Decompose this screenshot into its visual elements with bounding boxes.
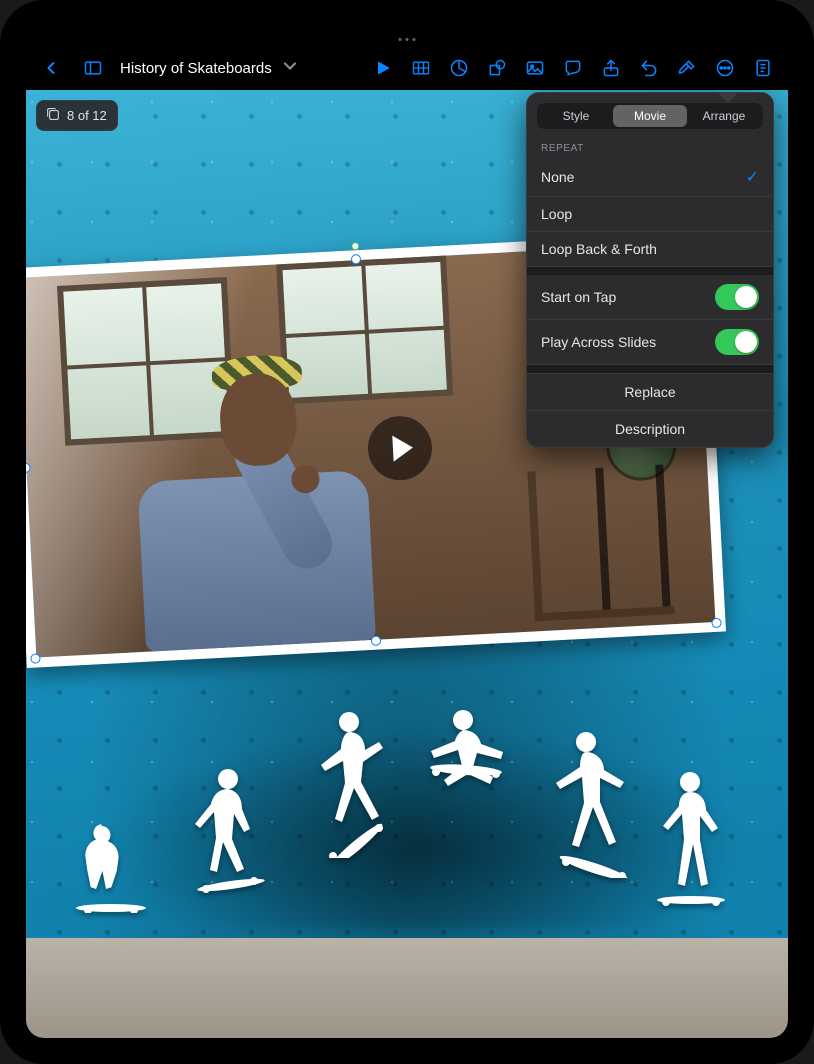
format-button[interactable] — [672, 53, 702, 83]
repeat-loop-label: Loop — [541, 206, 572, 222]
slide-counter[interactable]: 8 of 12 — [36, 100, 118, 131]
insert-table-button[interactable] — [406, 53, 436, 83]
repeat-option-none[interactable]: None ✓ — [527, 158, 773, 197]
ground-graphic — [26, 938, 788, 1038]
replace-button[interactable]: Replace — [527, 373, 773, 410]
start-on-tap-label: Start on Tap — [541, 289, 616, 305]
insert-shape-button[interactable] — [482, 53, 512, 83]
replace-label: Replace — [624, 384, 675, 400]
slide-counter-text: 8 of 12 — [67, 108, 107, 123]
insert-media-button[interactable] — [520, 53, 550, 83]
slides-icon — [45, 106, 61, 125]
format-panel: Style Movie Arrange REPEAT None ✓ Loop L… — [526, 92, 774, 448]
insert-chart-button[interactable] — [444, 53, 474, 83]
play-across-slides-toggle[interactable] — [715, 329, 759, 355]
play-across-slides-label: Play Across Slides — [541, 334, 656, 350]
app-toolbar: History of Skateboards — [26, 46, 788, 90]
selection-handle[interactable] — [371, 635, 382, 646]
back-button[interactable] — [36, 53, 66, 83]
play-across-slides-row: Play Across Slides — [527, 320, 773, 365]
description-button[interactable]: Description — [527, 410, 773, 447]
document-settings-button[interactable] — [748, 53, 778, 83]
repeat-section-label: REPEAT — [527, 135, 773, 158]
undo-button[interactable] — [634, 53, 664, 83]
comment-button[interactable] — [558, 53, 588, 83]
repeat-option-loop[interactable]: Loop — [527, 197, 773, 232]
repeat-none-label: None — [541, 169, 574, 185]
tab-style[interactable]: Style — [539, 105, 613, 127]
checkmark-icon: ✓ — [746, 167, 759, 187]
start-on-tap-row: Start on Tap — [527, 275, 773, 320]
repeat-option-back-forth[interactable]: Loop Back & Forth — [527, 232, 773, 267]
selection-handle[interactable] — [711, 618, 722, 629]
slide-canvas[interactable]: 8 of 12 Style Movie Arrange REPEAT None … — [26, 90, 788, 1038]
tab-arrange[interactable]: Arrange — [687, 105, 761, 127]
share-button[interactable] — [596, 53, 626, 83]
chevron-down-icon — [280, 56, 300, 80]
play-presentation-button[interactable] — [368, 53, 398, 83]
popover-arrow — [718, 92, 738, 103]
document-title-text: History of Skateboards — [120, 60, 272, 77]
format-tabs: Style Movie Arrange — [537, 103, 763, 129]
document-title[interactable]: History of Skateboards — [120, 56, 300, 80]
sidebar-toggle-button[interactable] — [78, 53, 108, 83]
home-indicator — [399, 38, 416, 41]
description-label: Description — [615, 421, 685, 437]
selection-handle[interactable] — [30, 653, 41, 664]
rotation-handle[interactable] — [351, 242, 359, 250]
skater-silhouettes — [66, 718, 748, 918]
more-button[interactable] — [710, 53, 740, 83]
tab-movie[interactable]: Movie — [613, 105, 687, 127]
start-on-tap-toggle[interactable] — [715, 284, 759, 310]
repeat-backforth-label: Loop Back & Forth — [541, 241, 657, 257]
